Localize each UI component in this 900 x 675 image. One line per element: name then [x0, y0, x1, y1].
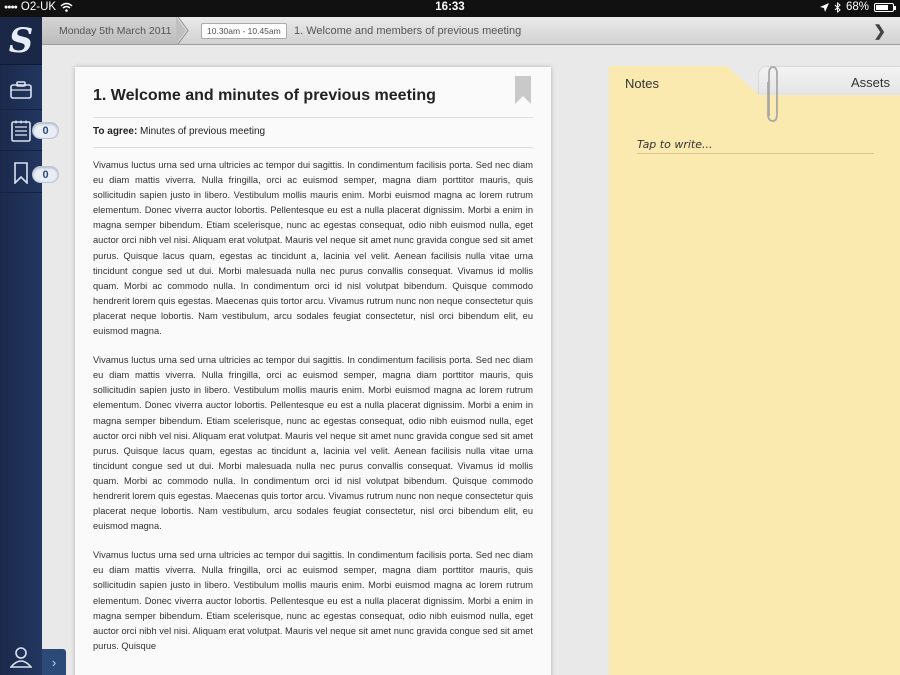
agenda-document: 1. Welcome and minutes of previous meeti…	[75, 67, 551, 675]
document-paragraph: Vivamus luctus urna sed urna ultricies a…	[93, 160, 533, 337]
breadcrumb-time-badge: 10.30am - 10.45am	[201, 23, 287, 39]
breadcrumb-item-title: 1. Welcome and members of previous meeti…	[294, 24, 522, 37]
agree-label: To agree:	[93, 126, 138, 137]
bookmarks-count-badge: 0	[32, 166, 59, 183]
bookmark-toggle-icon[interactable]	[515, 76, 531, 104]
chevron-right-icon: ❯	[873, 23, 886, 40]
expand-sidebar-button[interactable]: ›	[42, 649, 66, 675]
assets-tab-label: Assets	[850, 74, 890, 90]
status-bar: ●●●● O2-UK 16:33 68%	[0, 0, 900, 17]
breadcrumb: Monday 5th March 2011 10.30am - 10.45am …	[42, 17, 900, 45]
sidebar-item-briefcase[interactable]	[0, 70, 42, 110]
sidebar: S 0 0	[0, 17, 59, 675]
user-icon	[10, 647, 32, 668]
document-title: 1. Welcome and minutes of previous meeti…	[93, 87, 436, 104]
logo-glyph: S	[8, 20, 34, 61]
user-profile-button[interactable]	[0, 639, 42, 675]
status-right: 68%	[819, 1, 896, 13]
list-icon	[11, 120, 31, 142]
briefcase-icon	[10, 80, 32, 99]
location-icon	[819, 2, 829, 12]
chevron-right-icon: ›	[51, 654, 57, 670]
notes-input[interactable]: Tap to write...	[637, 138, 874, 154]
breadcrumb-separator-icon	[176, 17, 189, 44]
bookmark-icon	[14, 161, 28, 184]
notes-panel: Assets Notes Tap to write...	[609, 64, 900, 675]
paperclip-icon	[767, 66, 778, 122]
battery-percent: 68%	[845, 1, 869, 13]
app-logo[interactable]: S	[0, 17, 42, 65]
agenda-count-badge: 0	[32, 122, 59, 139]
bluetooth-icon	[834, 1, 841, 13]
document-paragraph: Vivamus luctus urna sed urna ultricies a…	[93, 355, 533, 532]
tab-notes[interactable]: Notes	[625, 76, 659, 91]
breadcrumb-date[interactable]: Monday 5th March 2011	[42, 17, 178, 44]
notes-sheet[interactable]: Notes Tap to write...	[609, 66, 900, 675]
battery-icon	[874, 2, 896, 12]
status-time: 16:33	[435, 1, 465, 13]
document-paragraph: Vivamus luctus urna sed urna ultricies a…	[93, 550, 533, 651]
agree-line: To agree: Minutes of previous meeting	[93, 118, 533, 148]
next-item-button[interactable]: ❯	[873, 22, 886, 40]
agree-text: Minutes of previous meeting	[137, 126, 266, 137]
